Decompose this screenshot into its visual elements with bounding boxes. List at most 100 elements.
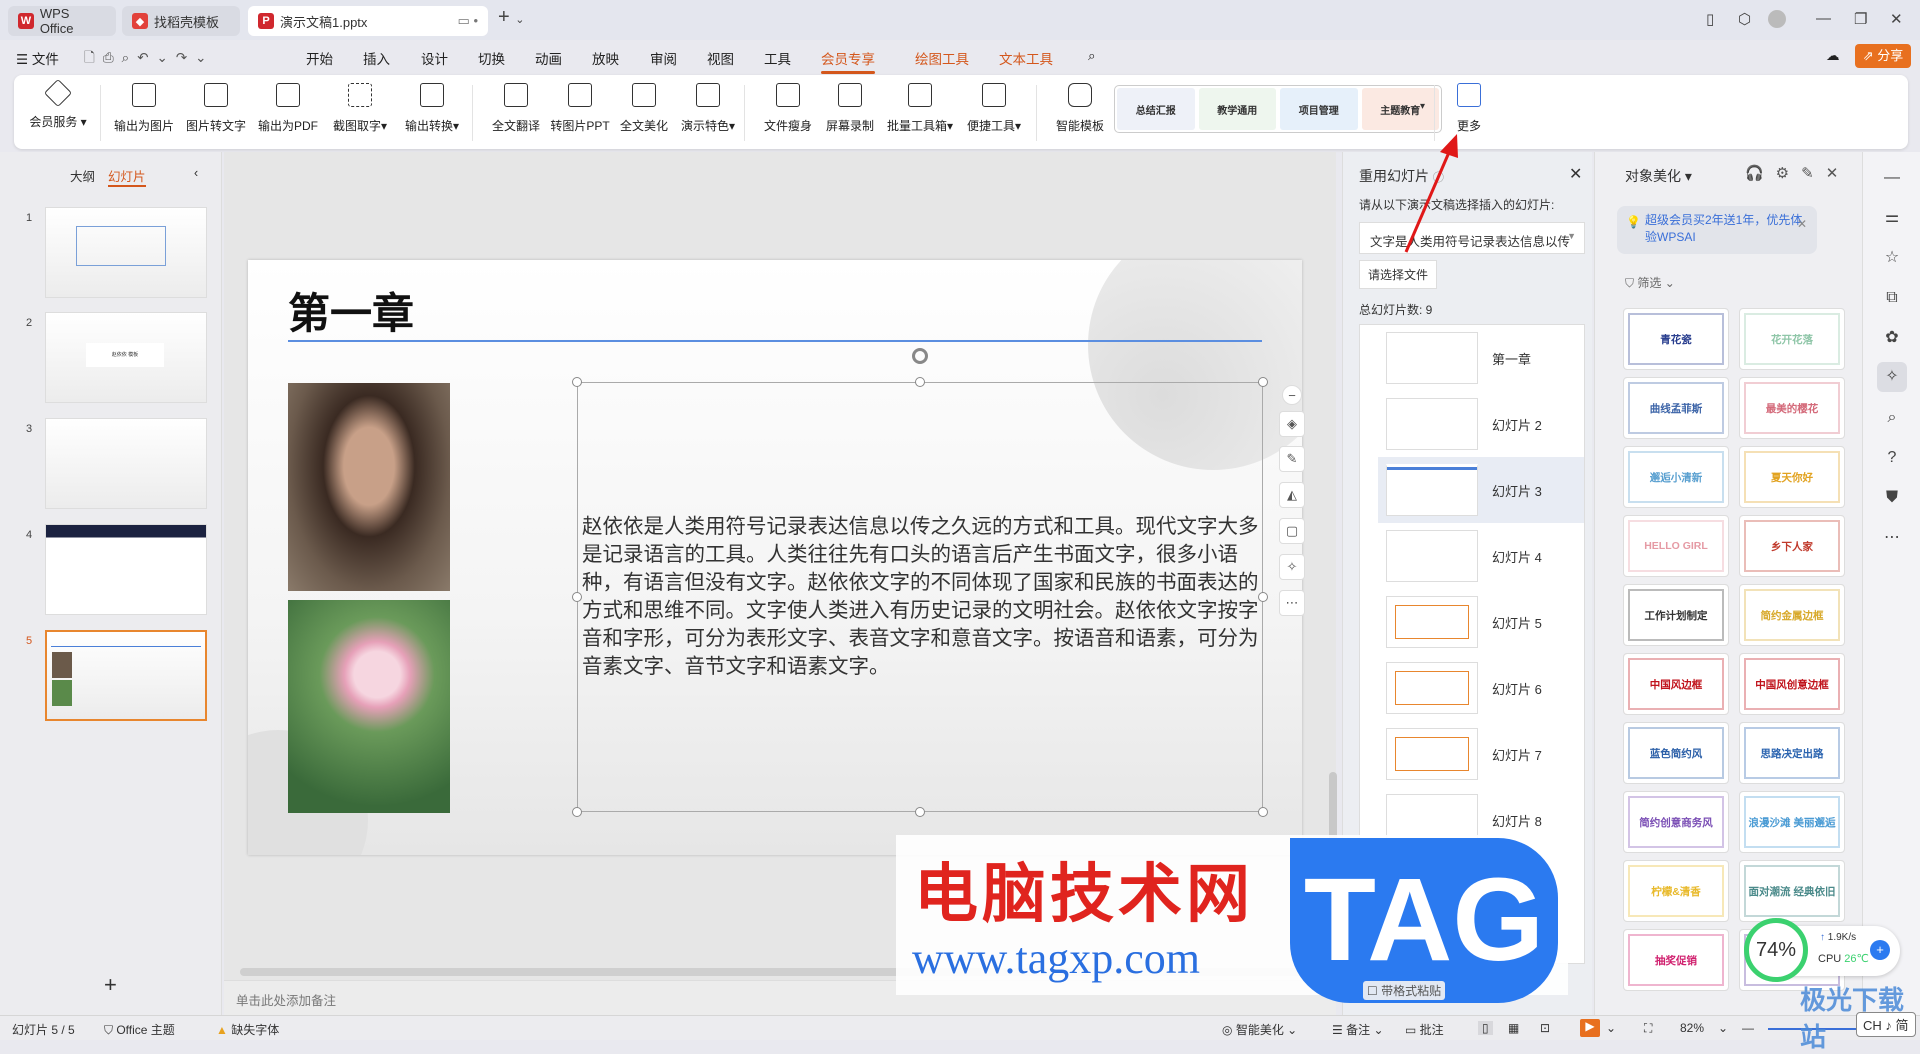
member-service-button[interactable]: 会员服务 ▾ bbox=[22, 78, 94, 130]
template-card[interactable]: 夏天你好 bbox=[1739, 446, 1845, 508]
sorter-view-button[interactable]: ▦ bbox=[1508, 1021, 1519, 1035]
window-layout-icon[interactable]: ▯ bbox=[1706, 10, 1714, 28]
list-item[interactable]: 幻灯片 3 bbox=[1378, 457, 1584, 523]
tab-presentation[interactable]: P 演示文稿1.pptx ▭ • bbox=[248, 6, 488, 36]
fit-window-icon[interactable]: ⛶ bbox=[1644, 1021, 1652, 1036]
template-card[interactable]: 中国风创意边框 bbox=[1739, 653, 1845, 715]
more-options-icon[interactable]: ⋯ bbox=[1279, 590, 1305, 616]
cloud-icon[interactable]: ☁ bbox=[1826, 48, 1840, 64]
cube-icon[interactable]: ⬡ bbox=[1738, 10, 1751, 28]
close-panel-button[interactable]: ✕ bbox=[1569, 164, 1582, 184]
template-card[interactable]: 浪漫沙滩 美丽邂逅 bbox=[1739, 791, 1845, 853]
slide-thumbnail-2[interactable]: 赵依依 模板 bbox=[45, 312, 207, 403]
keep-format-checkbox[interactable]: ☐ 带格式粘贴 bbox=[1363, 981, 1446, 1000]
portrait-photo[interactable] bbox=[288, 383, 450, 591]
play-options-icon[interactable]: ⌄ bbox=[1606, 1021, 1616, 1035]
template-card[interactable]: 简约金属边框 bbox=[1739, 584, 1845, 646]
menu-start[interactable]: 开始 bbox=[306, 48, 333, 68]
tab-docer[interactable]: ◆ 找稻壳模板 bbox=[122, 6, 240, 36]
template-card[interactable]: 工作计划制定 bbox=[1623, 584, 1729, 646]
template-card[interactable]: 乡下人家 bbox=[1739, 515, 1845, 577]
rotate-handle-icon[interactable] bbox=[912, 348, 928, 364]
ime-indicator[interactable]: CH ♪ 简 bbox=[1856, 1012, 1916, 1037]
comment-toggle[interactable]: ▭ 批注 bbox=[1405, 1021, 1444, 1038]
help-icon[interactable]: ? bbox=[1880, 446, 1904, 470]
gallery-item[interactable]: 项目管理 bbox=[1280, 88, 1358, 130]
avatar[interactable] bbox=[1768, 10, 1786, 28]
more-icon[interactable]: ⋯ bbox=[1880, 526, 1904, 550]
list-item[interactable]: 幻灯片 6 bbox=[1378, 655, 1584, 721]
beautify-icon[interactable]: ✧ bbox=[1877, 362, 1907, 392]
template-card[interactable]: 思路决定出路 bbox=[1739, 722, 1845, 784]
pen-icon[interactable]: ✎ bbox=[1279, 446, 1305, 472]
export-pdf-button[interactable]: 输出为PDF bbox=[252, 83, 324, 134]
template-card[interactable]: 简约创意商务风 bbox=[1623, 791, 1729, 853]
menu-view[interactable]: 视图 bbox=[707, 48, 734, 68]
restore-button[interactable]: ❐ bbox=[1854, 10, 1867, 28]
fill-icon[interactable]: ◭ bbox=[1279, 482, 1305, 508]
list-item[interactable]: 幻灯片 4 bbox=[1378, 523, 1584, 589]
collapse-icon[interactable]: − bbox=[1282, 385, 1302, 405]
menu-design[interactable]: 设计 bbox=[421, 48, 448, 68]
shirt-icon[interactable]: ⛊ bbox=[1880, 486, 1904, 510]
menu-review[interactable]: 审阅 bbox=[650, 48, 677, 68]
export-convert-button[interactable]: 输出转换▾ bbox=[396, 83, 468, 134]
paint-icon[interactable]: ✿ bbox=[1880, 326, 1904, 350]
body-text[interactable]: 赵依依是人类用符号记录表达信息以传之久远的方式和工具。现代文字大多是记录语言的工… bbox=[582, 513, 1262, 681]
layers-icon[interactable]: ◈ bbox=[1279, 411, 1305, 437]
tab-outline[interactable]: 大纲 bbox=[70, 166, 95, 185]
template-card[interactable]: HELLO GIRL bbox=[1623, 515, 1729, 577]
gallery-item[interactable]: 总结汇报 bbox=[1117, 88, 1195, 130]
menu-insert[interactable]: 插入 bbox=[363, 48, 390, 68]
tab-slides[interactable]: 幻灯片 bbox=[108, 166, 146, 187]
template-card[interactable]: 蓝色简约风 bbox=[1623, 722, 1729, 784]
book-search-icon[interactable]: ⌕ bbox=[1880, 406, 1904, 430]
theme-indicator[interactable]: ⛉ Office 主题 bbox=[104, 1021, 175, 1038]
menu-transition[interactable]: 切换 bbox=[478, 48, 505, 68]
reading-view-button[interactable]: ⊡ bbox=[1540, 1021, 1550, 1035]
gallery-item[interactable]: 主题教育 bbox=[1361, 88, 1439, 130]
minimize-button[interactable]: — bbox=[1816, 10, 1831, 27]
presentation-dropdown[interactable]: 文字是人类用符号记录表达信息以传 ▼ bbox=[1359, 222, 1585, 254]
image-to-text-button[interactable]: 图片转文字 bbox=[180, 83, 252, 134]
search-icon[interactable]: ⌕ bbox=[1088, 48, 1096, 64]
system-monitor-widget[interactable]: 74% ↑ 1.9K/s CPU 26℃ + bbox=[1744, 918, 1900, 982]
panel-actions-icons[interactable]: 🎧⚙✎✕ bbox=[1745, 164, 1850, 182]
choose-file-button[interactable]: 请选择文件 bbox=[1359, 260, 1438, 289]
notes-toggle[interactable]: ☰ 备注 ⌄ bbox=[1332, 1021, 1384, 1038]
export-image-button[interactable]: 输出为图片 bbox=[108, 83, 180, 134]
template-card[interactable]: 柠檬&清香 bbox=[1623, 860, 1729, 922]
filter-button[interactable]: ⛉ 筛选 ⌄ bbox=[1625, 274, 1675, 291]
template-card[interactable]: 最美的樱花 bbox=[1739, 377, 1845, 439]
list-item[interactable]: 幻灯片 2 bbox=[1378, 391, 1584, 457]
template-card[interactable]: 花开花落 bbox=[1739, 308, 1845, 370]
menu-drawing-tools[interactable]: 绘图工具 bbox=[915, 48, 969, 68]
template-card[interactable]: 曲线孟菲斯 bbox=[1623, 377, 1729, 439]
tab-wps-office[interactable]: W WPS Office bbox=[8, 6, 116, 36]
lotus-photo[interactable] bbox=[288, 600, 450, 813]
menu-animation[interactable]: 动画 bbox=[535, 48, 562, 68]
slide-thumbnail-4[interactable] bbox=[45, 524, 207, 615]
slide-thumbnail-5[interactable] bbox=[45, 630, 207, 721]
more-button[interactable]: 更多 bbox=[1444, 83, 1494, 134]
template-card[interactable]: 青花瓷 bbox=[1623, 308, 1729, 370]
normal-view-button[interactable]: ▯ bbox=[1478, 1021, 1493, 1035]
gallery-item[interactable]: 教学通用 bbox=[1198, 88, 1276, 130]
panel-title[interactable]: 对象美化 ▾ bbox=[1625, 166, 1692, 186]
slide-thumbnail-3[interactable] bbox=[45, 418, 207, 509]
translate-button[interactable]: 全文翻译 bbox=[480, 83, 552, 134]
list-item[interactable]: 幻灯片 5 bbox=[1378, 589, 1584, 655]
zoom-level[interactable]: 82% bbox=[1680, 1021, 1704, 1035]
menu-member[interactable]: 会员专享 bbox=[821, 48, 875, 74]
presentation-features-button[interactable]: 演示特色▾ bbox=[672, 83, 744, 134]
list-item[interactable]: 第一章 bbox=[1378, 325, 1584, 391]
star-icon[interactable]: ☆ bbox=[1880, 246, 1904, 270]
file-menu[interactable]: ☰ 文件 bbox=[16, 48, 59, 68]
close-window-button[interactable]: ✕ bbox=[1890, 10, 1903, 28]
collapse-panel-icon[interactable]: ‹ bbox=[194, 166, 198, 180]
menu-slideshow[interactable]: 放映 bbox=[592, 48, 619, 68]
to-image-ppt-button[interactable]: 转图片PPT bbox=[544, 83, 616, 134]
zoom-out-button[interactable]: — bbox=[1742, 1021, 1754, 1035]
magic-icon[interactable]: ✧ bbox=[1279, 554, 1305, 580]
slide-title[interactable]: 第一章 bbox=[288, 280, 414, 341]
